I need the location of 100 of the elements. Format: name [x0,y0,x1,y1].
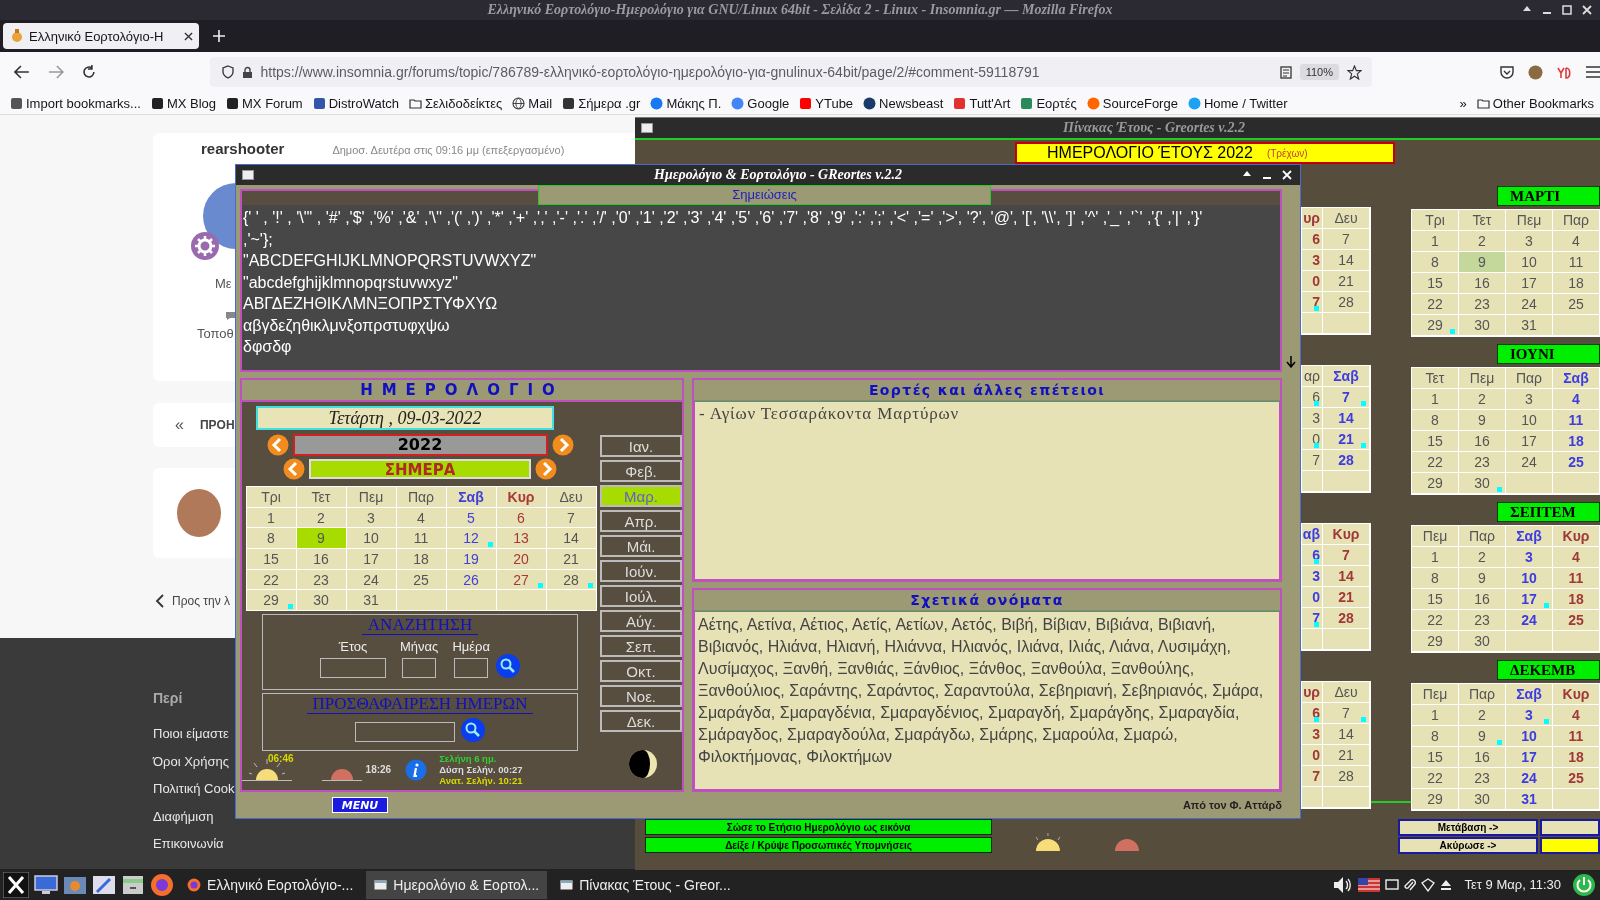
day-cell[interactable]: 28 [1323,766,1369,786]
day-cell[interactable]: 28 [546,569,596,590]
input-field[interactable] [355,722,455,743]
month-button[interactable]: Σεπ. [600,635,682,657]
day-cell[interactable]: 28 [1323,292,1369,312]
day-cell[interactable] [396,590,446,611]
day-cell[interactable]: 15 [1412,273,1458,293]
star-icon[interactable] [1347,64,1362,80]
bookmark[interactable]: MX Blog [150,95,216,111]
day-cell[interactable]: 15 [1412,431,1458,451]
day-cell[interactable]: 31 [346,590,396,611]
extension-icon[interactable] [1557,65,1572,79]
day-cell[interactable]: 17 [1506,431,1552,451]
browser-tab[interactable]: Ελληνικό Εορτολόγιο-Η [3,23,199,49]
menu-icon[interactable] [1586,66,1600,78]
day-cell[interactable]: 19 [446,549,496,569]
day-cell[interactable]: 2 [296,507,346,528]
day-cell[interactable]: 25 [1553,294,1599,314]
day-cell[interactable]: 5 [446,507,496,528]
author-name[interactable]: rearshooter [201,140,285,157]
day-cell[interactable]: 22 [1412,610,1458,630]
day-cell[interactable]: 21 [1323,429,1369,449]
day-cell[interactable] [1553,789,1599,809]
day-cell[interactable]: 14 [1323,724,1369,744]
day-cell[interactable]: 3 [1302,724,1322,744]
day-cell[interactable]: 7 [1323,703,1369,723]
day-cell[interactable]: 7 [546,507,596,528]
day-cell[interactable]: 9 [1459,726,1505,746]
day-cell[interactable]: 8 [1412,410,1458,430]
day-cell[interactable]: 16 [1459,273,1505,293]
action-button[interactable]: Σώσε το Ετήσιο Ημερολόγιο ως εικόνα [645,819,993,835]
day-cell[interactable]: 14 [1323,408,1369,428]
day-cell[interactable] [546,590,596,611]
day-cell[interactable]: 25 [1553,768,1599,788]
files-icon[interactable] [121,873,145,896]
day-cell[interactable]: 21 [1323,587,1369,607]
day-cell[interactable]: 18 [1553,431,1599,451]
speaker-icon[interactable] [1332,875,1353,894]
taskbar-button[interactable]: Πίνακας Έτους - Greor... [552,870,739,899]
bookmark[interactable]: Home / Twitter [1187,95,1288,111]
day-cell[interactable]: 22 [1412,294,1458,314]
day-cell[interactable]: 10 [346,528,396,549]
day-cell[interactable]: 30 [1459,789,1505,809]
day-cell[interactable]: 18 [1553,747,1599,767]
day-cell[interactable]: 17 [1506,273,1552,293]
day-cell[interactable]: 16 [1459,431,1505,451]
day-cell[interactable]: 11 [1553,568,1599,588]
day-cell[interactable]: 30 [296,590,346,611]
day-cell[interactable]: 0 [1302,271,1322,291]
day-cell[interactable]: 4 [1553,389,1599,409]
day-cell[interactable] [1506,473,1552,493]
month-button[interactable]: Δεκ. [600,710,682,732]
more-bookmarks-button[interactable]: » [1459,95,1467,111]
day-cell[interactable]: 10 [1506,726,1552,746]
day-cell[interactable]: 2 [1459,547,1505,567]
search-icon[interactable] [461,718,485,743]
day-cell[interactable]: 1 [246,507,296,528]
day-cell[interactable]: 1 [1412,705,1458,725]
bookmark[interactable]: Google [731,95,790,111]
day-cell[interactable]: 31 [1506,789,1552,809]
eject-icon[interactable] [1439,878,1452,891]
input-field[interactable] [454,658,489,679]
day-cell[interactable]: 15 [246,549,296,569]
day-cell[interactable]: 25 [1553,610,1599,630]
input-field[interactable] [320,658,387,679]
day-cell[interactable]: 1 [1412,547,1458,567]
footer-link[interactable]: Ποιοι είμαστε [153,720,229,748]
day-cell[interactable]: 30 [1459,315,1505,335]
previous-page-link[interactable]: ΠΡΟΗ [199,418,235,432]
today-button[interactable]: ΣΗΜΕΡΑ [309,459,531,479]
day-cell[interactable]: 3 [1506,231,1552,251]
day-cell[interactable]: 20 [496,549,546,569]
month-button[interactable]: Οκτ. [600,660,682,682]
day-cell[interactable]: 22 [246,569,296,590]
day-cell[interactable]: 1 [1412,231,1458,251]
day-cell[interactable]: 2 [1459,389,1505,409]
day-cell[interactable]: 16 [1459,589,1505,609]
day-cell[interactable]: 10 [1506,252,1552,272]
back-link[interactable]: Προς την λ [172,594,231,608]
day-cell[interactable]: 16 [296,549,346,569]
day-cell[interactable]: 27 [496,569,546,590]
footer-link[interactable]: Επικοινωνία [153,830,224,858]
month-button[interactable]: Μάι. [600,535,682,557]
day-cell[interactable]: 4 [1553,705,1599,725]
day-cell[interactable]: 3 [1506,547,1552,567]
day-cell[interactable]: 23 [296,569,346,590]
day-cell[interactable] [1506,631,1552,651]
month-button[interactable]: Ιαν. [600,435,682,457]
nav-button[interactable]: Ακύρωσε -> [1398,837,1538,854]
search-icon[interactable] [495,654,520,679]
nav-button[interactable]: Μετάβαση -> [1398,819,1538,836]
day-cell[interactable]: 10 [1506,568,1552,588]
partial-button[interactable] [1540,837,1600,854]
day-cell[interactable]: 3 [1506,389,1552,409]
day-cell[interactable]: 29 [1412,473,1458,493]
taskbar-button[interactable]: Ελληνικό Εορτολόγιο-... [179,870,362,899]
address-bar[interactable]: https://www.insomnia.gr/forums/topic/786789-ελληνικό-εορτολόγιο-ημερολόγιο-για-gnulinux-64bit/page/2/#comment-59118791 110% [209,57,1372,87]
day-cell[interactable]: 6 [1302,229,1322,249]
input-field[interactable] [402,658,437,679]
month-button[interactable]: Φεβ. [600,460,682,482]
